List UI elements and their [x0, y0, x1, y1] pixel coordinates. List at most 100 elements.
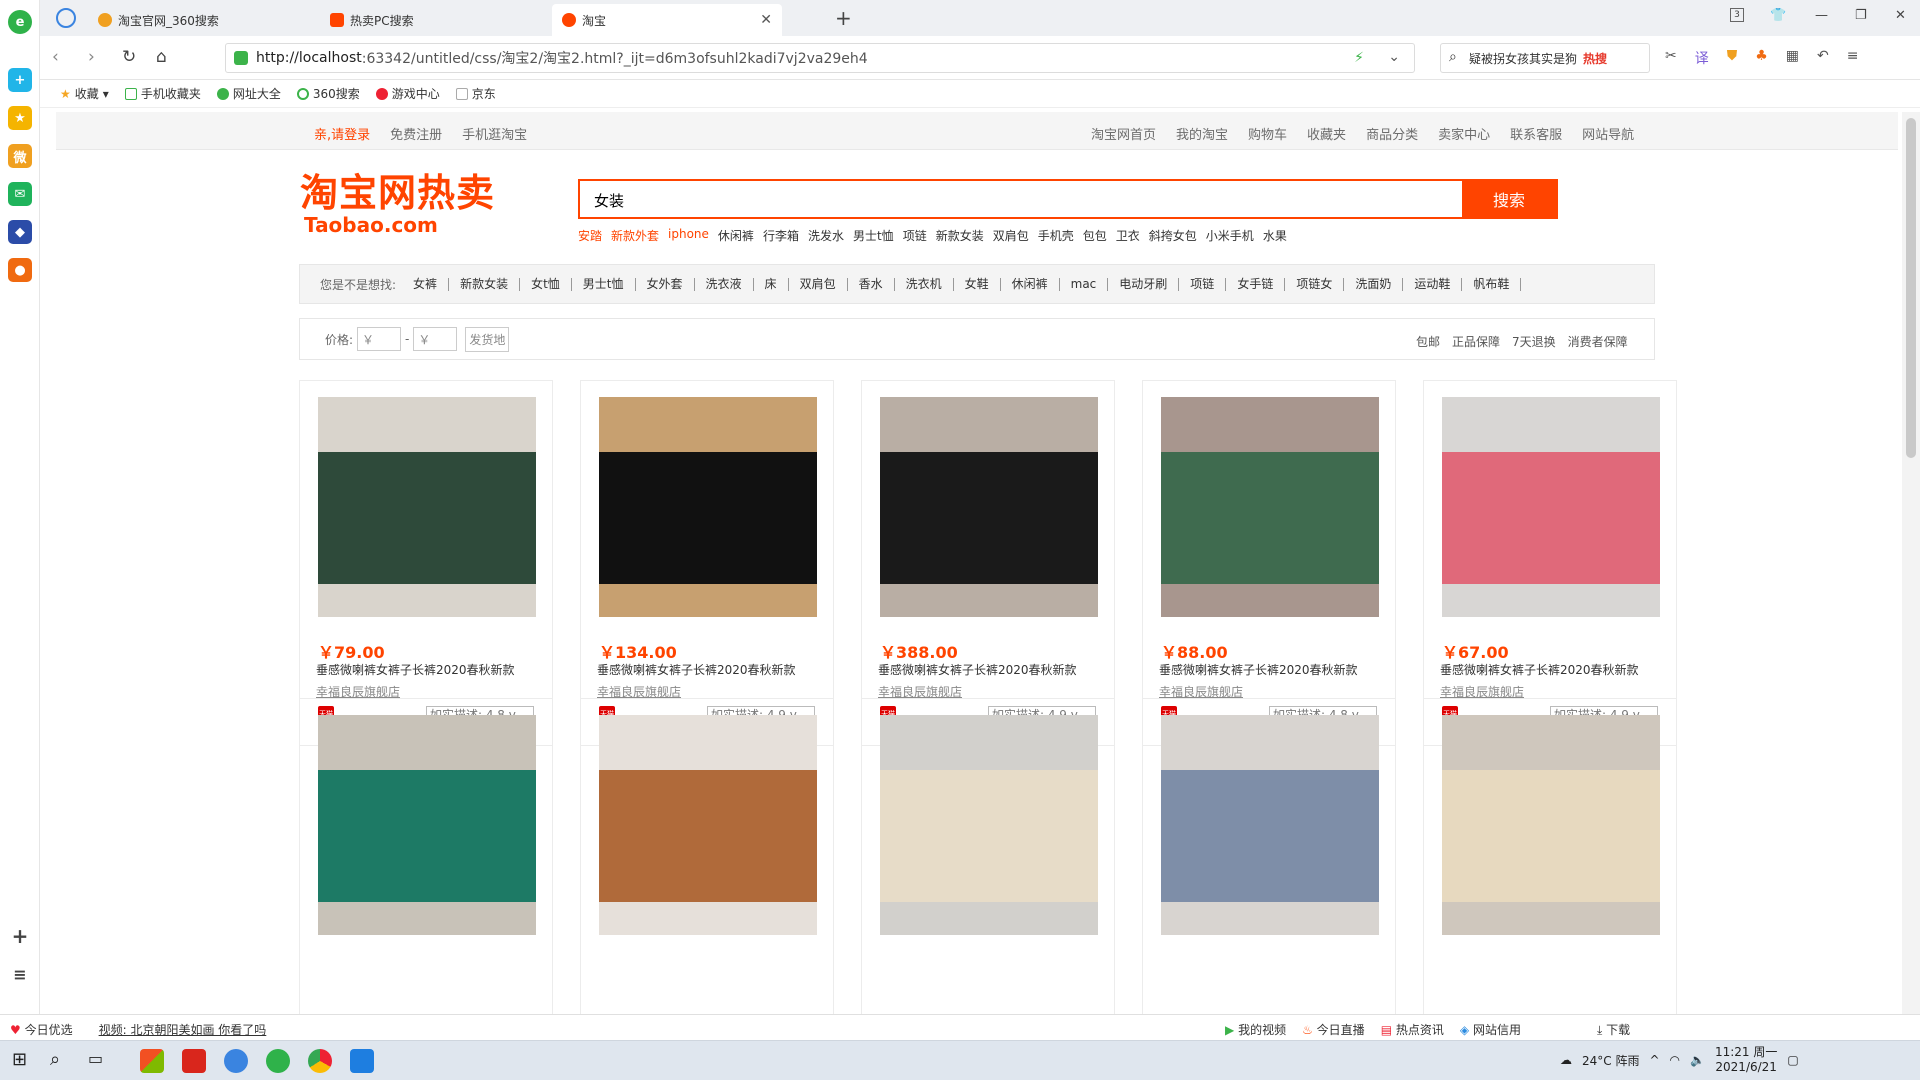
download[interactable]: ⤓ 下载 — [1597, 1021, 1630, 1038]
product-card[interactable]: ￥134.00垂感微喇裤女裤子长裤2020春秋新款幸福良辰旗舰店天猫如实描述: … — [580, 380, 834, 746]
my-taobao-link[interactable]: 我的淘宝 — [1176, 124, 1228, 143]
product-card[interactable]: ￥388.00垂感微喇裤女裤子长裤2020春秋新款幸福良辰旗舰店天猫如实描述: … — [861, 380, 1115, 746]
suggestion-item[interactable]: 香水 — [848, 277, 895, 291]
sidebar-game-icon[interactable]: ◆ — [8, 220, 32, 244]
suggestion-item[interactable]: 项链 — [1179, 277, 1227, 291]
site-nav-link[interactable]: 网站导航 — [1582, 124, 1634, 143]
scrollbar-thumb[interactable] — [1906, 118, 1916, 458]
scissors-icon[interactable]: ✂ — [1665, 48, 1677, 68]
suggestion-item[interactable]: 男士t恤 — [572, 277, 636, 291]
favorites-link[interactable]: 收藏夹 — [1307, 124, 1346, 143]
product-card[interactable]: ￥88.00垂感微喇裤女裤子长裤2020春秋新款幸福良辰旗舰店天猫如实描述: 4… — [1142, 380, 1396, 746]
hot-word-link[interactable]: 休闲裤 — [718, 227, 754, 244]
windows-start-icon[interactable]: ⊞ — [12, 1049, 36, 1073]
360-browser-icon[interactable] — [266, 1049, 290, 1073]
site-credit[interactable]: ◈ 网站信用 — [1460, 1021, 1521, 1038]
today-picks[interactable]: ♥ 今日优选 — [10, 1021, 73, 1038]
hot-word-link[interactable]: 包包 — [1083, 227, 1107, 244]
sidebar-list-icon[interactable]: ≡ — [8, 962, 32, 986]
suggestion-item[interactable]: 女外套 — [636, 277, 695, 291]
hot-word-link[interactable]: 水果 — [1263, 227, 1287, 244]
video-news-link[interactable]: 视频: 北京朝阳美如画 你看了吗 — [99, 1021, 267, 1038]
product-title[interactable]: 垂感微喇裤女裤子长裤2020春秋新款 — [597, 661, 796, 678]
game-icon[interactable]: ♣ — [1755, 48, 1768, 68]
suggestion-item[interactable]: 项链女 — [1285, 277, 1345, 291]
search-button[interactable]: 搜索 — [1462, 181, 1556, 217]
apps-grid-icon[interactable]: ▦ — [1786, 48, 1799, 68]
hot-word-link[interactable]: 斜挎女包 — [1149, 227, 1197, 244]
chrome-icon[interactable] — [308, 1049, 332, 1073]
hot-word-link[interactable]: 双肩包 — [993, 227, 1029, 244]
live[interactable]: ♨ 今日直播 — [1302, 1021, 1365, 1038]
sidebar-weibo-icon[interactable]: 微 — [8, 144, 32, 168]
tab-counter[interactable]: 3 — [1730, 8, 1744, 22]
minimize-icon[interactable]: — — [1815, 8, 1828, 23]
tab-hot-pc-search[interactable]: 热卖PC搜索 — [320, 4, 550, 36]
webstorm-icon[interactable] — [350, 1049, 374, 1073]
search-icon[interactable]: ⌕ — [50, 1049, 74, 1073]
hot-word-link[interactable]: iphone — [668, 227, 709, 244]
suggestion-item[interactable]: 帆布鞋 — [1462, 277, 1522, 291]
sidebar-app-icon[interactable]: + — [8, 68, 32, 92]
bookmark-jd[interactable]: 京东 — [455, 85, 496, 102]
bookmark-favorites[interactable]: ★ 收藏 ▾ — [60, 85, 109, 102]
suggestion-item[interactable]: 女手链 — [1226, 277, 1286, 291]
cart-link[interactable]: 购物车 — [1248, 124, 1287, 143]
home-icon[interactable]: ⌂ — [156, 47, 167, 67]
notification-icon[interactable]: ▢ — [1787, 1053, 1798, 1067]
hot-word-link[interactable]: 行李箱 — [763, 227, 799, 244]
hot-word-link[interactable]: 洗发水 — [808, 227, 844, 244]
sidebar-star-icon[interactable]: ★ — [8, 106, 32, 130]
close-window-icon[interactable]: ✕ — [1895, 8, 1906, 23]
page-scrollbar[interactable] — [1902, 112, 1920, 1014]
product-image[interactable] — [318, 715, 536, 935]
menu-icon[interactable]: ≡ — [1847, 48, 1859, 68]
hot-word-link[interactable]: 手机壳 — [1038, 227, 1074, 244]
skin-icon[interactable]: 👕 — [1770, 8, 1786, 23]
product-title[interactable]: 垂感微喇裤女裤子长裤2020春秋新款 — [316, 661, 515, 678]
hot-news[interactable]: ▤ 热点资讯 — [1381, 1021, 1444, 1038]
suggestion-item[interactable]: 双肩包 — [789, 277, 848, 291]
product-search-input[interactable]: 女装 — [580, 181, 1462, 217]
product-card[interactable] — [1423, 698, 1677, 1014]
weather-text[interactable]: 24°C 阵雨 — [1582, 1052, 1639, 1069]
reload-icon[interactable]: ↻ — [122, 47, 136, 67]
register-link[interactable]: 免费注册 — [390, 124, 442, 143]
customer-service-link[interactable]: 联系客服 — [1510, 124, 1562, 143]
suggestion-item[interactable]: 女裤 — [402, 277, 450, 291]
sidebar-mail-icon[interactable]: ✉ — [8, 182, 32, 206]
volume-icon[interactable]: 🔈 — [1690, 1053, 1705, 1067]
home-link[interactable]: 淘宝网首页 — [1091, 124, 1156, 143]
seller-center-link[interactable]: 卖家中心 — [1438, 124, 1490, 143]
sidebar-news-icon[interactable]: ● — [8, 258, 32, 282]
return-filter[interactable]: 7天退换 — [1512, 333, 1556, 350]
suggestion-item[interactable]: 洗衣液 — [695, 277, 754, 291]
my-video[interactable]: ▶ 我的视频 — [1225, 1021, 1286, 1038]
consumer-protect-filter[interactable]: 消费者保障 — [1568, 333, 1628, 350]
product-card[interactable] — [299, 698, 553, 1014]
wps-icon[interactable] — [182, 1049, 206, 1073]
qq-browser-icon[interactable] — [224, 1049, 248, 1073]
min-price-input[interactable]: ￥ — [357, 327, 402, 351]
categories-link[interactable]: 商品分类 — [1366, 124, 1418, 143]
browser-logo-icon[interactable]: e — [8, 10, 32, 34]
mobile-taobao-link[interactable]: 手机逛淘宝 — [462, 124, 527, 143]
office-icon[interactable] — [140, 1049, 164, 1073]
lightning-icon[interactable]: ⚡ — [1354, 50, 1364, 66]
bookmark-game-center[interactable]: 游戏中心 — [375, 85, 440, 102]
forward-icon[interactable]: › — [88, 47, 95, 67]
url-input[interactable]: http://localhost:63342/untitled/css/淘宝2/… — [225, 43, 1415, 73]
product-card[interactable] — [1142, 698, 1396, 1014]
product-title[interactable]: 垂感微喇裤女裤子长裤2020春秋新款 — [1440, 661, 1639, 678]
hot-word-link[interactable]: 新款外套 — [611, 227, 659, 244]
suggestion-item[interactable]: mac — [1060, 277, 1109, 291]
suggestion-item[interactable]: 运动鞋 — [1403, 277, 1463, 291]
new-tab-button[interactable]: + — [835, 6, 852, 30]
hot-word-link[interactable]: 安踏 — [578, 227, 602, 244]
sidebar-add-icon[interactable]: + — [8, 924, 32, 948]
product-title[interactable]: 垂感微喇裤女裤子长裤2020春秋新款 — [878, 661, 1077, 678]
hot-word-link[interactable]: 新款女装 — [936, 227, 984, 244]
product-image[interactable] — [1161, 715, 1379, 935]
hot-word-link[interactable]: 卫衣 — [1116, 227, 1140, 244]
taobao-logo[interactable]: 淘宝网热卖 Taobao.com — [300, 172, 495, 237]
